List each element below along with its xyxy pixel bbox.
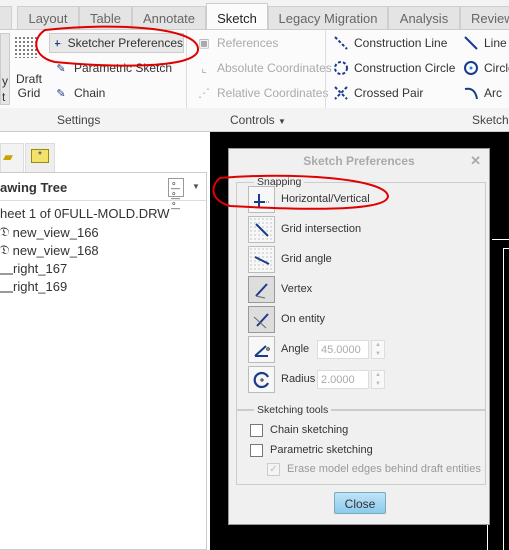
annotation-circle bbox=[212, 174, 390, 210]
annotation-circle bbox=[35, 25, 200, 67]
annotation-overlay bbox=[35, 25, 390, 210]
